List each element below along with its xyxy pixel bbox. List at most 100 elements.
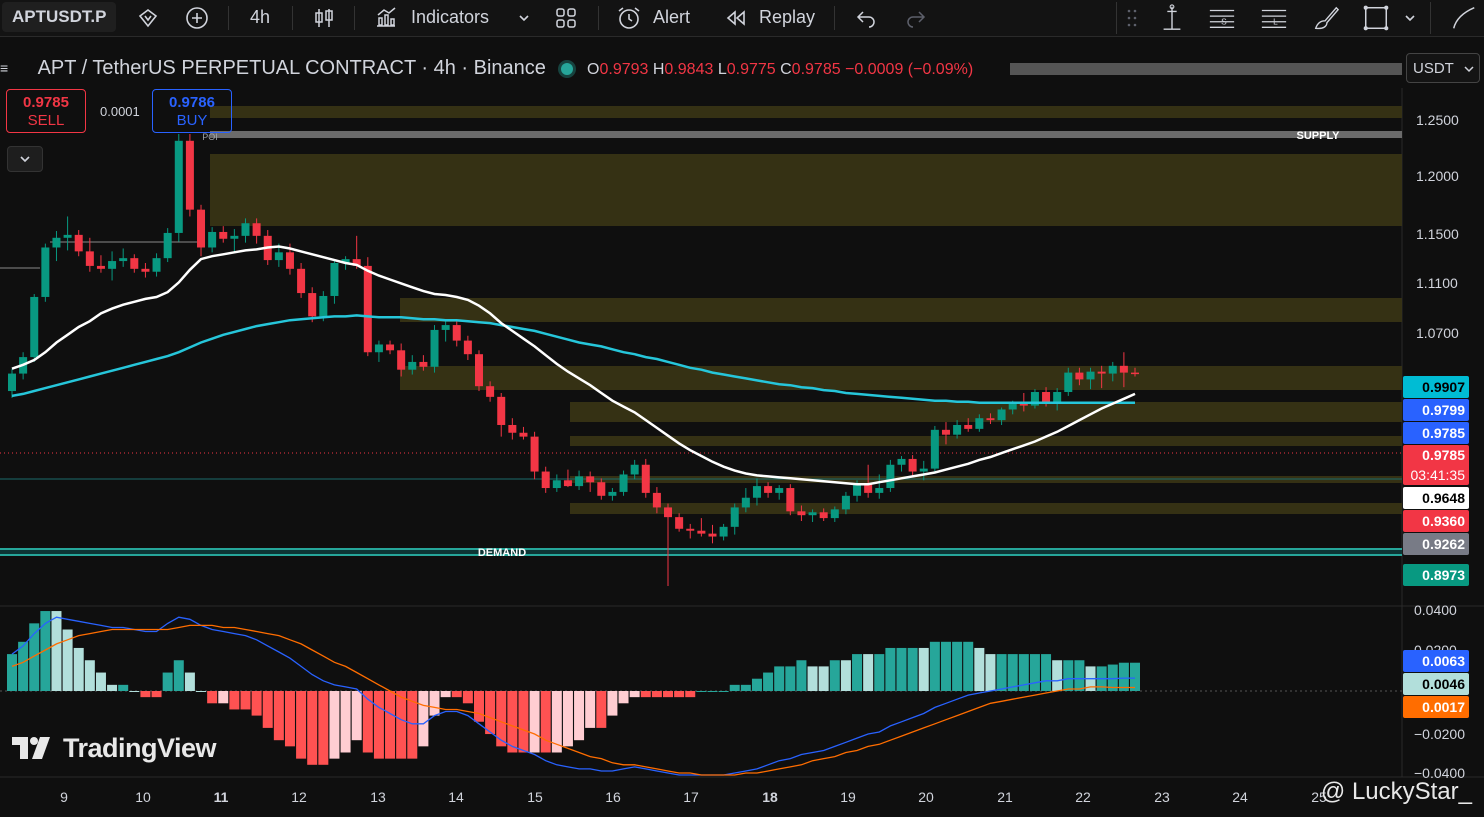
macd-bar (763, 672, 774, 691)
candle-body (608, 491, 617, 496)
candle-body (997, 409, 1006, 421)
macd-bar (607, 691, 618, 716)
candle-type-icon[interactable] (310, 4, 338, 32)
poi-label: POI (202, 132, 218, 142)
price-tag: 0.9785 (1403, 422, 1469, 444)
macd-bar (651, 691, 662, 698)
collapse-button[interactable] (7, 146, 43, 172)
drag-handle-icon[interactable] (1118, 4, 1146, 32)
macd-bar (207, 691, 218, 704)
macd-bar (796, 660, 807, 691)
macd-bar (262, 691, 273, 728)
candle-body (41, 247, 50, 297)
time-tick-label: 19 (840, 789, 856, 805)
candle-body (297, 268, 306, 294)
candle-body (30, 296, 39, 358)
macd-bar (751, 678, 762, 691)
compare-plus-icon[interactable] (183, 4, 211, 32)
author-credit: @ LuckyStar_ (1321, 778, 1472, 806)
macd-bar (829, 660, 840, 691)
candle-body (230, 235, 239, 239)
price-tag: 0.8973 (1403, 564, 1469, 586)
candle-body (408, 361, 417, 370)
sell-button[interactable]: 0.9785 SELL (6, 89, 86, 133)
candle-body (463, 340, 472, 355)
fib-tool-icon[interactable]: S (1208, 4, 1236, 32)
interval-button[interactable]: 4h (250, 0, 270, 36)
macd-bar (385, 691, 396, 759)
macd-bar (774, 666, 785, 691)
candle-body (74, 234, 83, 252)
macd-bar (462, 691, 473, 704)
time-tick-label: 16 (605, 789, 621, 805)
macd-bar (785, 666, 796, 691)
alarm-clock-icon[interactable] (615, 4, 643, 32)
symbol-search-button[interactable]: APTUSDT.P (2, 2, 117, 32)
macd-bar (140, 691, 151, 698)
levels-tool-icon[interactable]: L (1260, 4, 1288, 32)
candle-body (63, 234, 72, 238)
macd-bar (729, 684, 740, 691)
time-tick-label: 24 (1232, 789, 1248, 805)
macd-bar (907, 647, 918, 691)
zone-zone (400, 366, 1402, 390)
alert-button[interactable]: Alert (653, 0, 690, 36)
candle-body (530, 436, 539, 472)
macd-bar (73, 647, 84, 691)
buy-label: BUY (176, 112, 208, 129)
macd-bar (596, 691, 607, 728)
brush-tool-icon[interactable] (1312, 4, 1340, 32)
replay-button[interactable]: Replay (759, 0, 815, 36)
zone-zone (570, 503, 1402, 514)
candle-body (130, 258, 139, 269)
price-tick-label: 1.2000 (1416, 168, 1459, 184)
buy-price: 0.9786 (169, 94, 215, 111)
macd-bar (129, 691, 140, 692)
candle-body (1042, 392, 1051, 402)
market-status-dot (561, 62, 574, 75)
macd-tag: 0.0063 (1403, 650, 1469, 672)
macd-bar (707, 691, 718, 692)
diamond-icon[interactable] (134, 4, 162, 32)
candle-body (964, 424, 973, 429)
candle-body (575, 476, 584, 487)
candle-body (308, 293, 317, 317)
macd-bar (273, 691, 284, 741)
undo-icon[interactable] (852, 4, 880, 32)
candle-body (1075, 372, 1084, 380)
vertical-line-tool-icon[interactable] (1158, 4, 1186, 32)
macd-bar (929, 641, 940, 691)
macd-bar (51, 611, 62, 691)
macd-bar (529, 691, 540, 753)
time-tick-label: 13 (370, 789, 386, 805)
macd-tag: 0.0046 (1403, 673, 1469, 695)
candle-body (1097, 371, 1106, 374)
buy-button[interactable]: 0.9786 BUY (152, 89, 232, 133)
chevron-down-icon[interactable] (510, 4, 538, 32)
svg-text:L: L (1273, 17, 1278, 27)
replay-rewind-icon[interactable] (722, 4, 750, 32)
eraser-tool-icon[interactable] (1450, 4, 1478, 32)
candle-body (930, 429, 939, 469)
candle-body (819, 512, 828, 519)
supply-band (210, 131, 1402, 138)
candle-body (397, 350, 406, 370)
layouts-icon[interactable] (552, 4, 580, 32)
currency-select[interactable]: USDT (1406, 53, 1480, 83)
price-tick-label: 1.2500 (1416, 112, 1459, 128)
rectangle-tool-icon[interactable] (1362, 4, 1390, 32)
indicators-button[interactable]: Indicators (411, 0, 489, 36)
chevron-down-icon[interactable] (1396, 4, 1424, 32)
candle-body (1131, 372, 1139, 375)
candle-body (730, 507, 739, 527)
price-tick-label: 1.1500 (1416, 226, 1459, 242)
candle-body (841, 495, 850, 510)
indicators-icon[interactable] (372, 4, 400, 32)
macd-bar (940, 641, 951, 691)
candle-body (719, 526, 728, 537)
macd-bar (1007, 654, 1018, 691)
candle-body (430, 329, 439, 367)
redo-icon[interactable] (902, 4, 930, 32)
legend-menu-icon[interactable]: ≡ (0, 56, 10, 80)
time-tick-label: 11 (214, 789, 229, 805)
